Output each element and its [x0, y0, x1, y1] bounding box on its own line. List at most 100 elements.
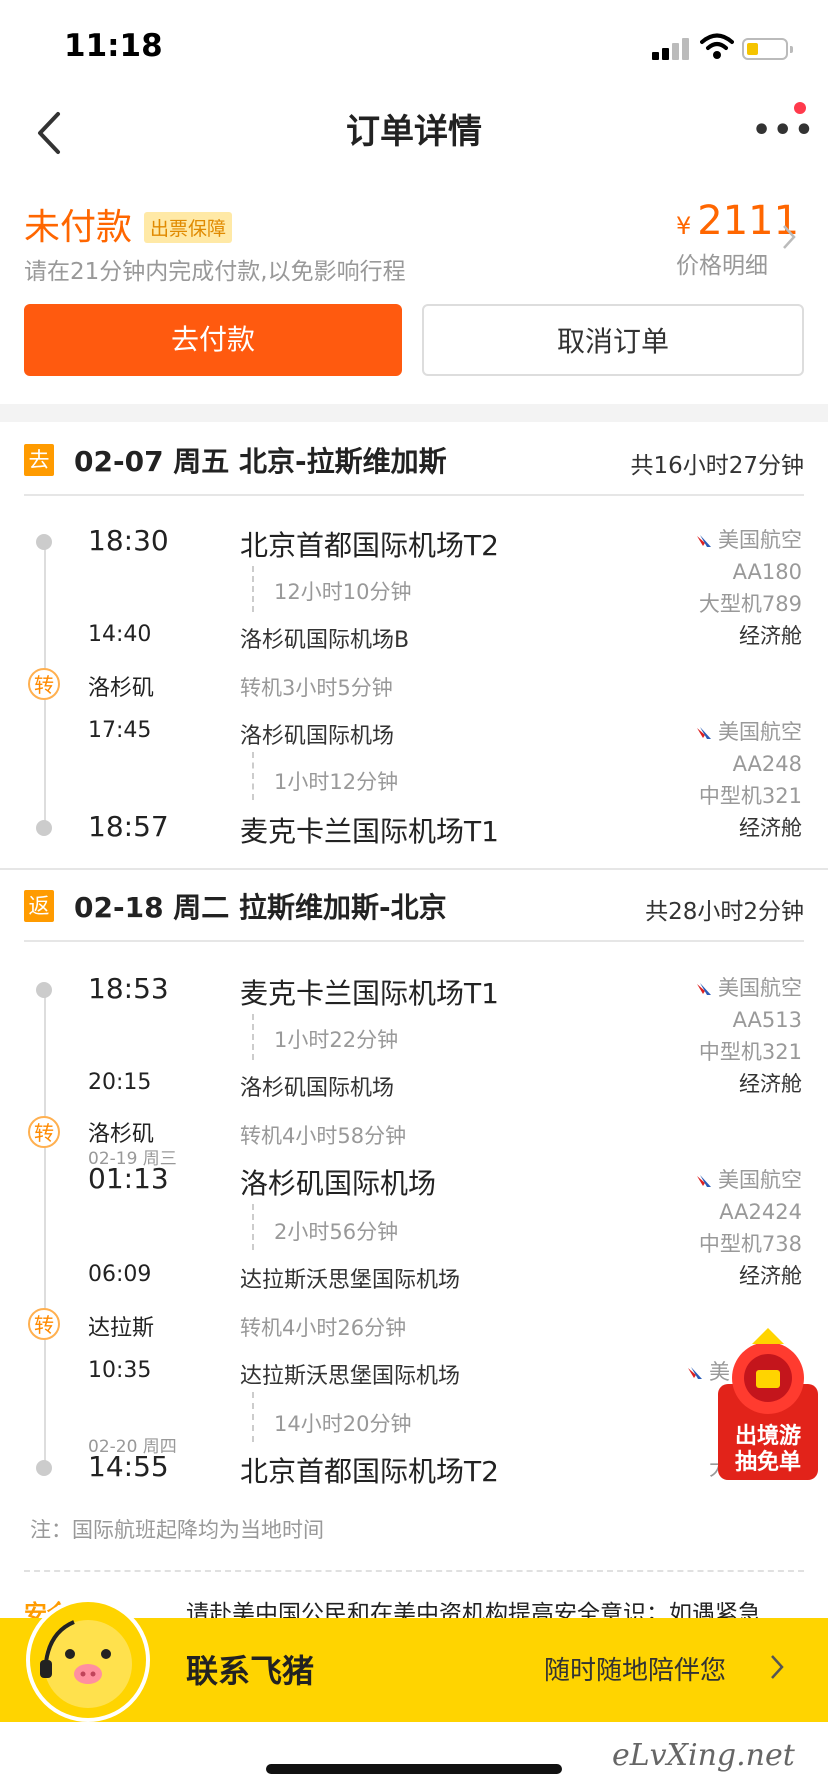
- transfer-duration: 转机4小时26分钟: [240, 1316, 407, 1340]
- flight-info[interactable]: 美国航空 AA2424 中型机738 经济舱: [560, 1164, 802, 1292]
- return-badge: 返: [24, 890, 54, 922]
- home-indicator[interactable]: [266, 1764, 562, 1774]
- airline-name: 美国航空: [718, 976, 802, 1000]
- departure-airport: 北京首都国际机场T2: [240, 529, 499, 562]
- departure-time: 10:35: [88, 1358, 152, 1383]
- return-total-duration: 共28小时2分钟: [645, 899, 804, 925]
- more-icon[interactable]: •••: [752, 116, 814, 146]
- promo-label[interactable]: 出境游 抽免单: [716, 1424, 820, 1476]
- american-airlines-logo-icon: [697, 1175, 711, 1187]
- transfer-badge: 转: [28, 1116, 60, 1148]
- airline-name: 美国航空: [718, 528, 802, 552]
- transfer-duration: 转机4小时58分钟: [240, 1124, 407, 1148]
- timeline-line: [44, 990, 46, 1468]
- fliggy-mascot-avatar[interactable]: [26, 1598, 150, 1722]
- dashed-connector: [252, 1204, 254, 1250]
- arrival-airport: 达拉斯沃思堡国际机场: [240, 1268, 461, 1293]
- arrival-time: 14:40: [88, 622, 152, 647]
- payment-deadline-note: 请在21分钟内完成付款,以免影响行程: [24, 259, 406, 285]
- american-airlines-logo-icon: [697, 727, 711, 739]
- transfer-duration: 转机3小时5分钟: [240, 676, 393, 700]
- airline-name: 美国航空: [718, 1168, 802, 1192]
- departure-time: 18:53: [88, 972, 169, 1005]
- section-gap: [0, 404, 828, 422]
- flight-duration: 12小时10分钟: [274, 580, 412, 604]
- price-detail-link[interactable]: 价格明细: [676, 246, 768, 280]
- aircraft-type: 大型机789: [698, 592, 802, 616]
- promo-line-1: 出境游: [734, 1424, 801, 1449]
- promo-line-2: 抽免单: [734, 1450, 801, 1475]
- arrival-time: 06:09: [88, 1262, 152, 1287]
- dashed-connector: [252, 1014, 254, 1060]
- departure-time: 01:13: [88, 1162, 169, 1195]
- aircraft-type: 中型机738: [698, 1232, 802, 1256]
- order-price[interactable]: ¥2111: [676, 198, 799, 244]
- cabin-class: 经济舱: [739, 1072, 802, 1096]
- timeline-dot: [36, 1460, 52, 1476]
- wifi-icon: [700, 33, 734, 59]
- arrival-airport: 北京首都国际机场T2: [240, 1455, 499, 1488]
- battery-icon: [742, 38, 793, 60]
- outbound-badge: 去: [24, 444, 54, 476]
- transfer-badge: 转: [28, 668, 60, 700]
- divider: [24, 1570, 804, 1572]
- currency-symbol: ¥: [676, 212, 692, 240]
- departure-time: 17:45: [88, 718, 152, 743]
- cabin-class: 经济舱: [739, 624, 802, 648]
- contact-tagline[interactable]: 随时随地陪伴您: [544, 1650, 726, 1687]
- status-time: 11:18: [64, 28, 163, 64]
- transfer-badge: 转: [28, 1308, 60, 1340]
- airline-name: 美国航空: [718, 720, 802, 744]
- flight-number: AA513: [732, 1008, 802, 1032]
- timeline-dot: [36, 820, 52, 836]
- arrival-time: 20:15: [88, 1070, 152, 1095]
- outbound-title: 02-07 周五 北京-拉斯维加斯: [74, 445, 447, 478]
- outbound-total-duration: 共16小时27分钟: [630, 453, 804, 479]
- pay-button[interactable]: 去付款: [24, 304, 402, 376]
- contact-fliggy-label[interactable]: 联系飞猪: [186, 1646, 314, 1692]
- departure-airport: 麦克卡兰国际机场T1: [240, 977, 499, 1010]
- aircraft-type: 中型机321: [698, 1040, 802, 1064]
- cancel-order-button[interactable]: 取消订单: [422, 304, 804, 376]
- flight-number: AA2424: [719, 1200, 802, 1224]
- transfer-city: 洛杉矶: [88, 676, 155, 701]
- transfer-city: 达拉斯: [88, 1316, 155, 1341]
- departure-airport: 达拉斯沃思堡国际机场: [240, 1364, 461, 1389]
- return-title: 02-18 周二 拉斯维加斯-北京: [74, 891, 447, 924]
- flight-duration: 1小时22分钟: [274, 1028, 399, 1052]
- cabin-class: 经济舱: [739, 1264, 802, 1288]
- flight-info[interactable]: 美国航空 AA180 大型机789 经济舱: [560, 524, 802, 652]
- arrival-airport: 麦克卡兰国际机场T1: [240, 815, 499, 848]
- pig-mascot-icon: [40, 1620, 132, 1708]
- flight-duration: 1小时12分钟: [274, 770, 399, 794]
- arrival-time: 18:57: [88, 810, 169, 843]
- departure-airport: 洛杉矶国际机场: [240, 724, 395, 749]
- american-airlines-logo-icon: [697, 535, 711, 547]
- chevron-right-icon[interactable]: [770, 1654, 784, 1680]
- divider: [24, 940, 804, 942]
- dashed-connector: [252, 752, 254, 800]
- flight-info[interactable]: 美国航空 AA248 中型机321 经济舱: [560, 716, 802, 844]
- arrival-time: 14:55: [88, 1450, 169, 1483]
- dashed-connector: [252, 1392, 254, 1442]
- flight-number: AA248: [732, 752, 802, 776]
- american-airlines-logo-icon: [697, 983, 711, 995]
- order-status: 未付款: [24, 207, 133, 248]
- dashed-connector: [252, 566, 254, 612]
- chevron-right-icon[interactable]: [782, 224, 796, 250]
- flight-info[interactable]: 美国航空 AA513 中型机321 经济舱: [560, 972, 802, 1100]
- flight-number: AA180: [732, 560, 802, 584]
- cabin-class: 经济舱: [739, 816, 802, 840]
- departure-time: 18:30: [88, 524, 169, 557]
- american-airlines-logo-icon: [688, 1367, 702, 1379]
- ticket-guarantee-tag: 出票保障: [144, 212, 233, 243]
- signal-icon: [652, 38, 689, 60]
- arrival-airport: 洛杉矶国际机场B: [240, 628, 410, 653]
- local-time-footnote: 注：国际航班起降均为当地时间: [30, 1518, 324, 1542]
- divider: [24, 494, 804, 496]
- flight-duration: 14小时20分钟: [274, 1412, 412, 1436]
- aircraft-type: 中型机321: [698, 784, 802, 808]
- departure-airport: 洛杉矶国际机场: [240, 1167, 437, 1200]
- timeline-dot: [36, 534, 52, 550]
- notification-dot: [794, 102, 806, 114]
